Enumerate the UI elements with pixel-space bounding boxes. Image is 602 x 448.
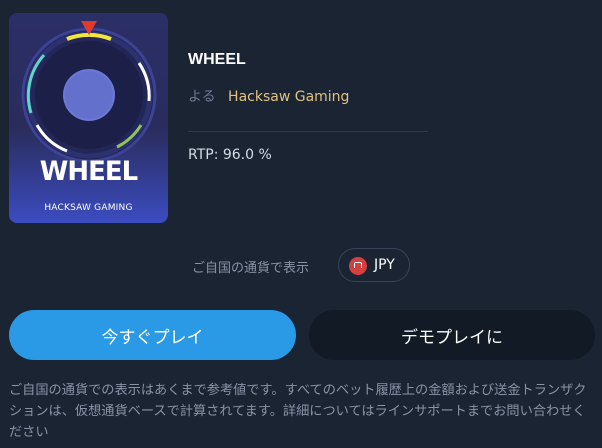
provider-row: よる Hacksaw Gaming [188, 86, 349, 106]
jp-flag-icon [349, 257, 367, 275]
currency-code: JPY [374, 257, 395, 273]
game-title: WHEEL [188, 51, 246, 68]
currency-disclaimer: ご自国の通貨での表示はあくまで参考値です。すべてのベット履歴上の金額および送金ト… [9, 383, 587, 440]
thumbnail-brand: HACKSAW GAMING [44, 203, 133, 213]
rtp-value: RTP: 96.0 % [188, 147, 272, 163]
game-thumbnail[interactable]: WHEEL HACKSAW GAMING [9, 13, 168, 223]
divider [188, 131, 428, 132]
by-label: よる [188, 89, 216, 105]
provider-link[interactable]: Hacksaw Gaming [228, 89, 349, 105]
currency-row: ご自国の通貨で表示 JPY [0, 248, 602, 282]
play-now-button[interactable]: 今すぐプレイ [9, 310, 296, 360]
wheel-artwork [21, 21, 157, 163]
currency-label: ご自国の通貨で表示 [192, 261, 310, 276]
currency-selector[interactable]: JPY [338, 248, 410, 282]
demo-play-button[interactable]: デモプレイに [309, 310, 595, 360]
thumbnail-title: WHEEL [39, 156, 138, 187]
